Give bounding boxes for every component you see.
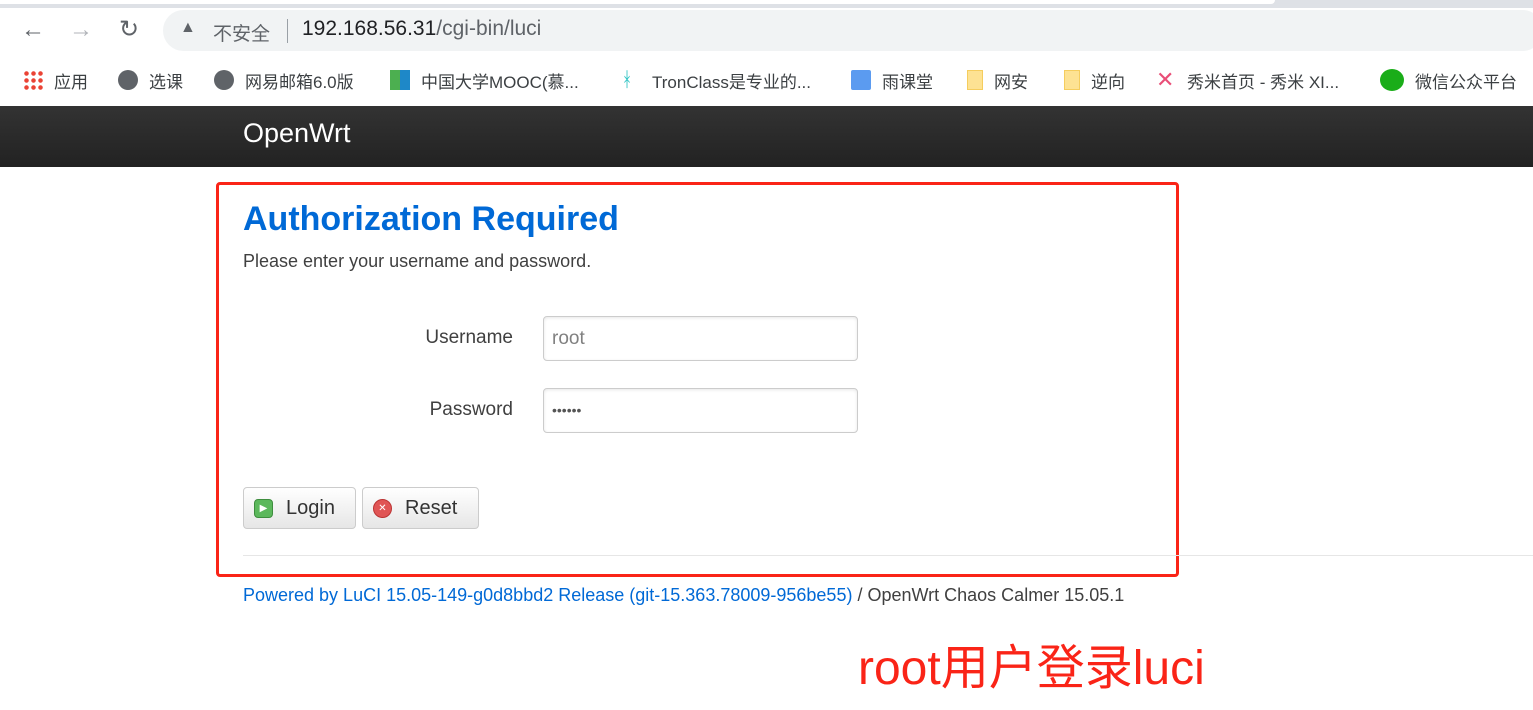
bookmark-label: 秀米首页 - 秀米 XI...	[1187, 72, 1340, 92]
page-header	[0, 106, 1533, 167]
bookmark-label: 中国大学MOOC(慕...	[421, 72, 579, 92]
bookmark-label: 雨课堂	[882, 72, 933, 92]
tab-strip	[0, 0, 1533, 8]
login-button[interactable]: ▶ Login	[243, 487, 356, 529]
globe-icon	[118, 70, 138, 90]
url-text[interactable]: 192.168.56.31/cgi-bin/luci	[302, 17, 541, 41]
bookmark-item[interactable]: 网易邮箱6.0版	[214, 66, 354, 94]
page-title: Authorization Required	[243, 200, 619, 238]
apps-grid-icon	[23, 70, 43, 90]
folder-icon	[1064, 70, 1080, 90]
url-host: 192.168.56.31	[302, 17, 437, 40]
bookmark-item[interactable]: 选课	[118, 66, 183, 94]
reset-label: Reset	[405, 496, 458, 519]
login-label: Login	[286, 496, 335, 519]
xiumi-icon: ✕	[1156, 67, 1175, 92]
bookmark-apps[interactable]: 应用	[23, 66, 88, 94]
close-icon: ✕	[373, 498, 392, 518]
play-icon: ▶	[254, 498, 273, 518]
password-label: Password	[429, 399, 513, 420]
tronclass-icon: ᚼ	[621, 69, 633, 91]
bookmark-label: 应用	[54, 72, 88, 92]
password-input[interactable]: ••••••	[543, 388, 858, 433]
bookmark-folder[interactable]: 网安	[967, 66, 1028, 94]
bookmark-label: 选课	[149, 72, 183, 92]
bookmark-item[interactable]: ᚼ TronClass是专业的...	[621, 66, 811, 94]
bookmark-label: 逆向	[1091, 72, 1125, 92]
annotation-text: root用户登录luci	[858, 642, 1205, 695]
wechat-icon	[1380, 69, 1404, 91]
bookmark-item[interactable]: 中国大学MOOC(慕...	[390, 66, 579, 94]
folder-icon	[967, 70, 983, 90]
insecure-label[interactable]: 不安全	[213, 19, 270, 46]
bookmark-item[interactable]: 雨课堂	[851, 66, 933, 94]
footer-version: / OpenWrt Chaos Calmer 15.05.1	[852, 585, 1125, 605]
highlight-box	[216, 182, 1179, 577]
bookmark-label: 网易邮箱6.0版	[245, 72, 354, 92]
mooc-icon	[390, 70, 410, 90]
divider	[287, 19, 288, 43]
username-label: Username	[425, 327, 513, 348]
forward-button[interactable]: →	[66, 16, 96, 44]
username-input[interactable]: root	[543, 316, 858, 361]
yuketang-icon	[851, 70, 871, 90]
bookmark-label: 微信公众平台	[1415, 72, 1517, 92]
bookmark-item[interactable]: 微信公众平台	[1380, 66, 1517, 94]
bookmark-folder[interactable]: 逆向	[1064, 66, 1125, 94]
bookmark-label: TronClass是专业的...	[652, 72, 812, 92]
back-button[interactable]: ←	[18, 16, 48, 44]
bookmark-label: 网安	[994, 72, 1028, 92]
page-subtitle: Please enter your username and password.	[243, 251, 592, 271]
divider	[243, 555, 1533, 556]
bookmark-item[interactable]: ✕ 秀米首页 - 秀米 XI...	[1156, 66, 1339, 94]
luci-link[interactable]: Powered by LuCI 15.05-149-g0d8bbd2 Relea…	[243, 585, 852, 605]
footer: Powered by LuCI 15.05-149-g0d8bbd2 Relea…	[243, 585, 1124, 606]
url-path: /cgi-bin/luci	[436, 17, 542, 40]
globe-icon	[214, 70, 234, 90]
warning-icon[interactable]: ▲	[180, 19, 196, 37]
reset-button[interactable]: ✕ Reset	[362, 487, 479, 529]
brand-link[interactable]: OpenWrt	[243, 118, 351, 149]
reload-button[interactable]: ↻	[114, 16, 144, 44]
